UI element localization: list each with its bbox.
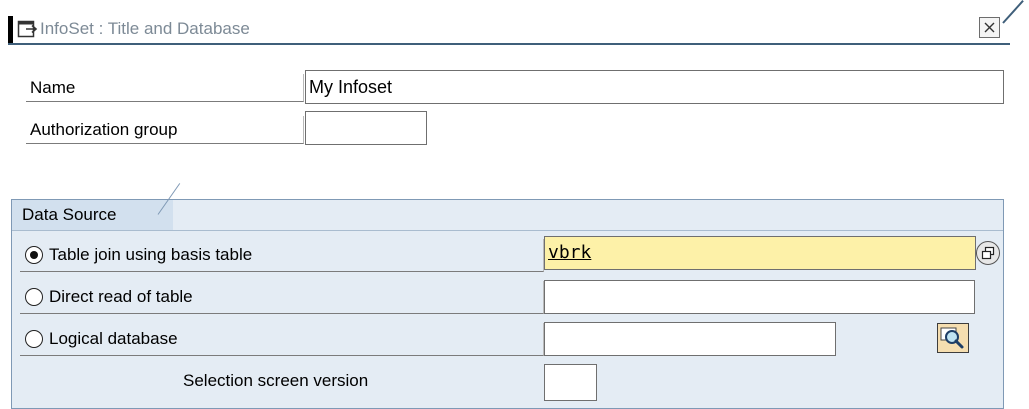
authorization-group-input[interactable] xyxy=(305,111,427,145)
group-tab-divider xyxy=(12,230,1003,231)
data-source-group-title: Data Source xyxy=(11,199,173,231)
selection-screen-version-input[interactable] xyxy=(544,364,597,401)
option-table-join[interactable]: Table join using basis table xyxy=(20,239,544,272)
direct-read-radio[interactable] xyxy=(25,288,43,306)
option-logical-database[interactable]: Logical database xyxy=(20,323,544,356)
name-input[interactable]: My Infoset xyxy=(305,70,1004,104)
dialog-window-icon xyxy=(17,18,39,40)
name-label: Name xyxy=(26,74,304,102)
direct-read-label: Direct read of table xyxy=(49,287,193,306)
table-join-radio[interactable] xyxy=(25,246,43,264)
basis-table-input[interactable]: vbrk xyxy=(544,236,976,270)
authorization-group-label: Authorization group xyxy=(26,116,304,144)
selection-screen-version-label: Selection screen version xyxy=(183,371,369,390)
close-button[interactable] xyxy=(979,17,1000,38)
option-direct-read[interactable]: Direct read of table xyxy=(20,281,544,314)
title-underline xyxy=(8,43,1010,45)
magnifier-icon xyxy=(940,327,964,349)
dialog-title: InfoSet : Title and Database xyxy=(40,19,250,38)
dialog-titlebar: InfoSet : Title and Database xyxy=(0,0,1029,47)
infoset-dialog: InfoSet : Title and Database Name My Inf… xyxy=(0,0,1029,409)
table-join-label: Table join using basis table xyxy=(49,245,253,264)
logical-database-label: Logical database xyxy=(49,329,178,348)
direct-read-table-input[interactable] xyxy=(544,280,975,314)
search-button[interactable] xyxy=(937,323,969,353)
title-accent-bar xyxy=(8,16,13,44)
close-icon xyxy=(984,22,995,33)
title-corner-slant xyxy=(1002,0,1024,24)
value-help-icon xyxy=(981,246,995,260)
logical-database-input[interactable] xyxy=(544,322,836,356)
value-help-button[interactable] xyxy=(976,241,1000,265)
logical-database-radio[interactable] xyxy=(25,330,43,348)
